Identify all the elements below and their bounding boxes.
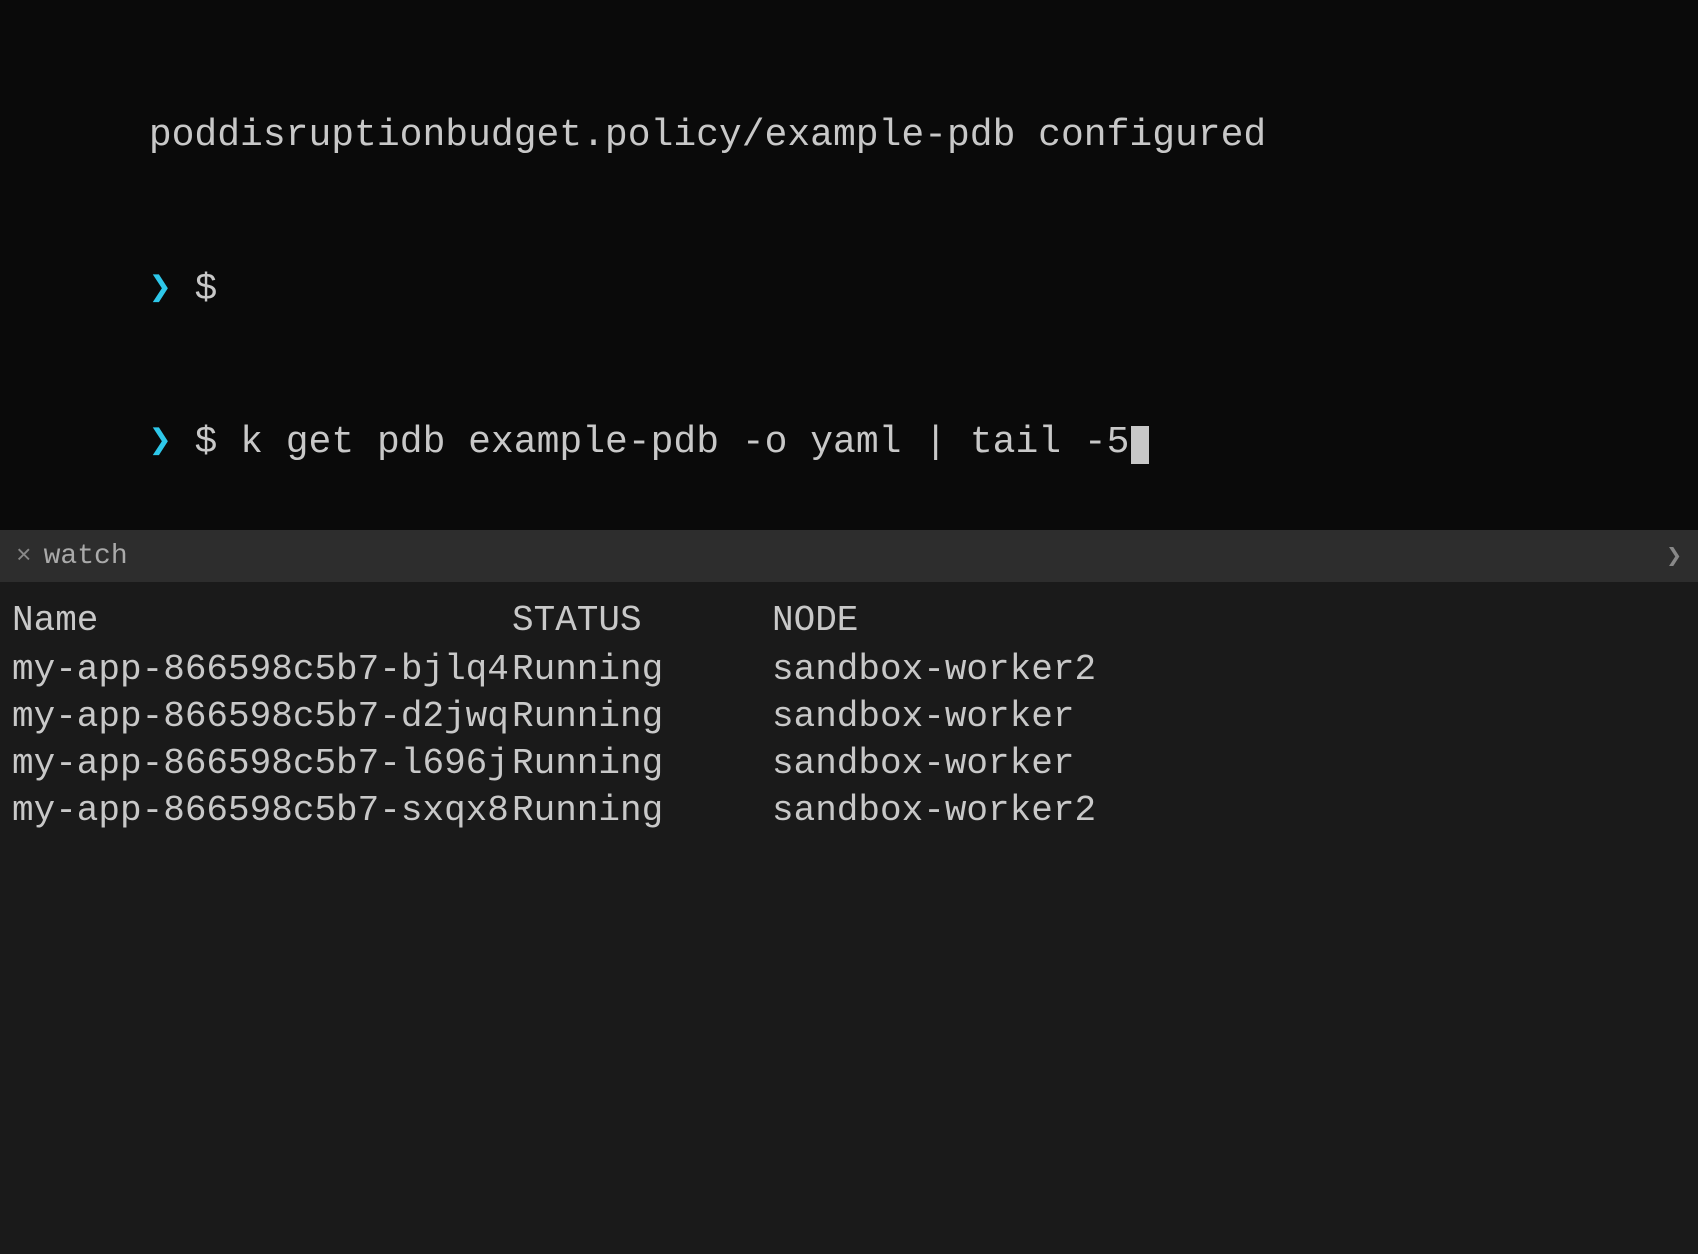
table-row: my-app-866598c5b7-sxqx8 Running sandbox-… [12,790,1686,831]
terminal-window: ❯ $ ❯ $ ❯ $ ❯ $ ❯ $ ❯ $ k apply -f deplo… [0,0,1698,1254]
pod-status-2: Running [512,696,772,737]
pod-name-1: my-app-866598c5b7-bjlq4 [12,649,512,690]
col-header-node: NODE [772,600,1686,641]
arrow-cmd2: ❯ [149,0,172,3]
close-icon[interactable]: × [16,541,32,571]
pod-status-1: Running [512,649,772,690]
pod-status-4: Running [512,790,772,831]
watch-panel: Name STATUS NODE my-app-866598c5b7-bjlq4… [0,582,1698,1254]
arrow-cmd3: ❯ [149,421,172,464]
table-row: my-app-866598c5b7-l696j Running sandbox-… [12,743,1686,784]
blank-prompt-7: ❯ $ [0,212,1698,366]
pod-node-3: sandbox-worker [772,743,1686,784]
pod-node-4: sandbox-worker2 [772,790,1686,831]
terminal-top: ❯ $ ❯ $ ❯ $ ❯ $ ❯ $ ❯ $ k apply -f deplo… [0,0,1698,530]
cmd3-line: ❯ $ k get pdb example-pdb -o yaml | tail… [0,366,1698,520]
table-row: my-app-866598c5b7-bjlq4 Running sandbox-… [12,649,1686,690]
pod-name-4: my-app-866598c5b7-sxqx8 [12,790,512,831]
arrow-7: ❯ [149,268,172,311]
pod-status-3: Running [512,743,772,784]
pod-name-3: my-app-866598c5b7-l696j [12,743,512,784]
table-header: Name STATUS NODE [12,600,1686,641]
table-row: my-app-866598c5b7-d2jwq Running sandbox-… [12,696,1686,737]
cmd2-line: ❯ $ k apply -f pdb.yaml [0,0,1698,58]
terminal-cursor [1131,426,1149,464]
col-header-name: Name [12,600,512,641]
watch-tab-bar: × watch ❯ [0,530,1698,582]
pod-name-2: my-app-866598c5b7-d2jwq [12,696,512,737]
out2-line: poddisruptionbudget.policy/example-pdb c… [0,58,1698,212]
pod-node-2: sandbox-worker [772,696,1686,737]
col-header-status: STATUS [512,600,772,641]
watch-label: watch [44,541,128,572]
right-control: ❯ [1666,541,1682,572]
pod-node-1: sandbox-worker2 [772,649,1686,690]
